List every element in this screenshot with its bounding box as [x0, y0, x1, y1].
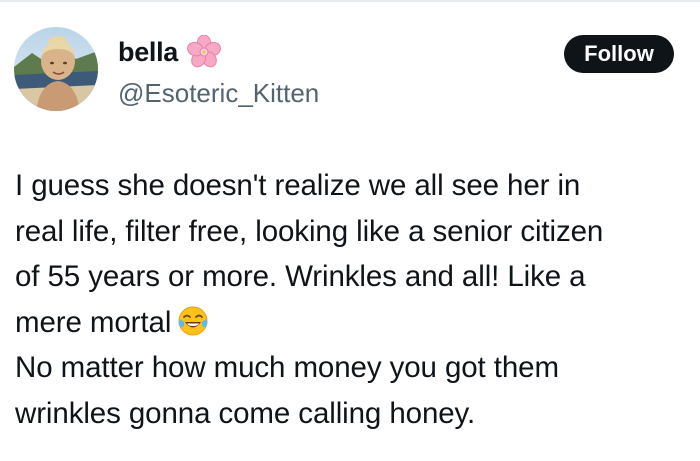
tweet-line: No matter how much money you got them [15, 351, 559, 384]
tweet-line: mere mortal [15, 305, 172, 339]
tweet-line: wrinkles gonna come calling honey. [15, 396, 476, 430]
tweet-line: real life, filter free, looking like a s… [15, 214, 604, 248]
cherry-blossom-icon [187, 34, 221, 69]
tweet-text: I guess she doesn't realize we all see h… [15, 163, 690, 436]
avatar-photo [14, 27, 98, 111]
user-handle[interactable]: @Esoteric_Kitten [118, 78, 319, 109]
author-name-row: bella [118, 32, 221, 72]
avatar[interactable] [14, 27, 98, 111]
tweet-line-with-emoji: mere mortal [15, 300, 690, 346]
tweet-line: of 55 years or more. Wrinkles and all! L… [15, 260, 586, 293]
top-divider [0, 0, 700, 2]
display-name[interactable]: bella [118, 37, 178, 68]
follow-button[interactable]: Follow [564, 35, 674, 73]
tears-of-joy-icon [177, 305, 209, 337]
tweet-line: I guess she doesn't realize we all see h… [15, 169, 581, 202]
